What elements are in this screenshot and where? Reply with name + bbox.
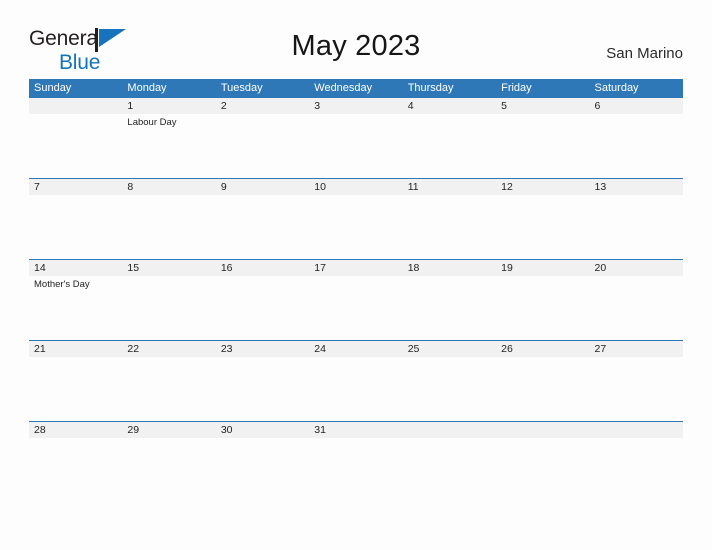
day-event xyxy=(122,438,215,501)
week-date-band: 21 22 23 24 25 26 27 xyxy=(29,341,683,357)
day-number[interactable]: 11 xyxy=(403,179,496,195)
day-event: Labour Day xyxy=(127,117,177,128)
day-number[interactable]: 28 xyxy=(29,422,122,438)
day-event xyxy=(590,114,683,177)
day-number[interactable]: 7 xyxy=(29,179,122,195)
day-number[interactable]: 1 xyxy=(122,98,215,114)
day-number[interactable]: 23 xyxy=(216,341,309,357)
weekday-header-monday: Monday xyxy=(127,82,167,94)
day-number[interactable]: 16 xyxy=(216,260,309,276)
day-number[interactable]: 29 xyxy=(122,422,215,438)
day-number[interactable] xyxy=(29,98,122,114)
day-event xyxy=(122,357,215,420)
week-event-body xyxy=(29,438,683,501)
day-number[interactable]: 15 xyxy=(122,260,215,276)
day-number[interactable]: 9 xyxy=(216,179,309,195)
day-number[interactable] xyxy=(403,422,496,438)
day-event xyxy=(590,438,683,501)
day-number[interactable]: 19 xyxy=(496,260,589,276)
calendar-week-row: 21 22 23 24 25 26 27 xyxy=(29,340,683,421)
region-label: San Marino xyxy=(606,45,683,62)
week-date-band: 1 2 3 4 5 6 xyxy=(29,98,683,114)
day-event xyxy=(122,195,215,258)
day-event xyxy=(309,114,402,177)
day-event xyxy=(309,276,402,339)
weekday-header-tuesday: Tuesday xyxy=(220,82,263,94)
day-event xyxy=(309,438,402,501)
day-event xyxy=(216,114,309,177)
day-number[interactable]: 12 xyxy=(496,179,589,195)
day-number[interactable]: 30 xyxy=(216,422,309,438)
week-date-band: 7 8 9 10 11 12 13 xyxy=(29,179,683,195)
calendar-week-row: 14 15 16 17 18 19 20 Mother's Day xyxy=(29,259,683,340)
day-number[interactable]: 2 xyxy=(216,98,309,114)
weekday-header-friday: Friday xyxy=(501,82,532,94)
day-event xyxy=(496,114,589,177)
day-number[interactable] xyxy=(496,422,589,438)
day-number[interactable]: 10 xyxy=(309,179,402,195)
weekday-header-row: Sunday Monday Tuesday Wednesday Thursday… xyxy=(29,79,683,97)
weekday-header-saturday: Saturday xyxy=(594,82,639,94)
week-event-body xyxy=(29,357,683,420)
day-number[interactable]: 25 xyxy=(403,341,496,357)
day-event xyxy=(590,357,683,420)
day-number[interactable]: 5 xyxy=(496,98,589,114)
day-number[interactable]: 24 xyxy=(309,341,402,357)
weekday-header-sunday: Sunday xyxy=(34,82,72,94)
day-event: Mother's Day xyxy=(34,279,90,290)
day-number[interactable] xyxy=(590,422,683,438)
day-event xyxy=(496,195,589,258)
day-number[interactable]: 6 xyxy=(590,98,683,114)
calendar-week-row: 28 29 30 31 xyxy=(29,421,683,502)
day-number[interactable]: 4 xyxy=(403,98,496,114)
week-date-band: 14 15 16 17 18 19 20 xyxy=(29,260,683,276)
day-event xyxy=(29,357,122,420)
day-number[interactable]: 22 xyxy=(122,341,215,357)
day-number[interactable]: 27 xyxy=(590,341,683,357)
page-title: May 2023 xyxy=(291,30,421,62)
week-date-band: 28 29 30 31 xyxy=(29,422,683,438)
day-event xyxy=(122,276,215,339)
day-event xyxy=(29,438,122,501)
day-event xyxy=(403,114,496,177)
day-event xyxy=(403,438,496,501)
day-event xyxy=(590,195,683,258)
day-number[interactable]: 17 xyxy=(309,260,402,276)
day-event xyxy=(29,114,122,177)
day-event xyxy=(216,357,309,420)
day-number[interactable]: 14 xyxy=(29,260,122,276)
day-event xyxy=(403,357,496,420)
calendar-grid: Sunday Monday Tuesday Wednesday Thursday… xyxy=(29,79,683,502)
day-number[interactable]: 26 xyxy=(496,341,589,357)
weekday-header-thursday: Thursday xyxy=(407,82,454,94)
day-event xyxy=(216,438,309,501)
day-event xyxy=(590,276,683,339)
calendar-week-row: 1 2 3 4 5 6 Labour Day xyxy=(29,97,683,178)
day-event xyxy=(403,195,496,258)
weekday-header-wednesday: Wednesday xyxy=(314,82,373,94)
week-event-body: Mother's Day xyxy=(29,276,683,339)
day-number[interactable]: 3 xyxy=(309,98,402,114)
day-event xyxy=(309,195,402,258)
day-event xyxy=(496,438,589,501)
day-number[interactable]: 13 xyxy=(590,179,683,195)
day-number[interactable]: 8 xyxy=(122,179,215,195)
day-event xyxy=(496,357,589,420)
day-number[interactable]: 31 xyxy=(309,422,402,438)
day-number[interactable]: 18 xyxy=(403,260,496,276)
day-event xyxy=(216,276,309,339)
page-header: General Blue May 2023 San Marino xyxy=(0,0,712,76)
day-number[interactable]: 21 xyxy=(29,341,122,357)
calendar-week-row: 7 8 9 10 11 12 13 xyxy=(29,178,683,259)
day-number[interactable]: 20 xyxy=(590,260,683,276)
day-event xyxy=(29,195,122,258)
week-event-body: Labour Day xyxy=(29,114,683,177)
day-event xyxy=(403,276,496,339)
week-event-body xyxy=(29,195,683,258)
day-event xyxy=(309,357,402,420)
day-event xyxy=(216,195,309,258)
day-event xyxy=(496,276,589,339)
